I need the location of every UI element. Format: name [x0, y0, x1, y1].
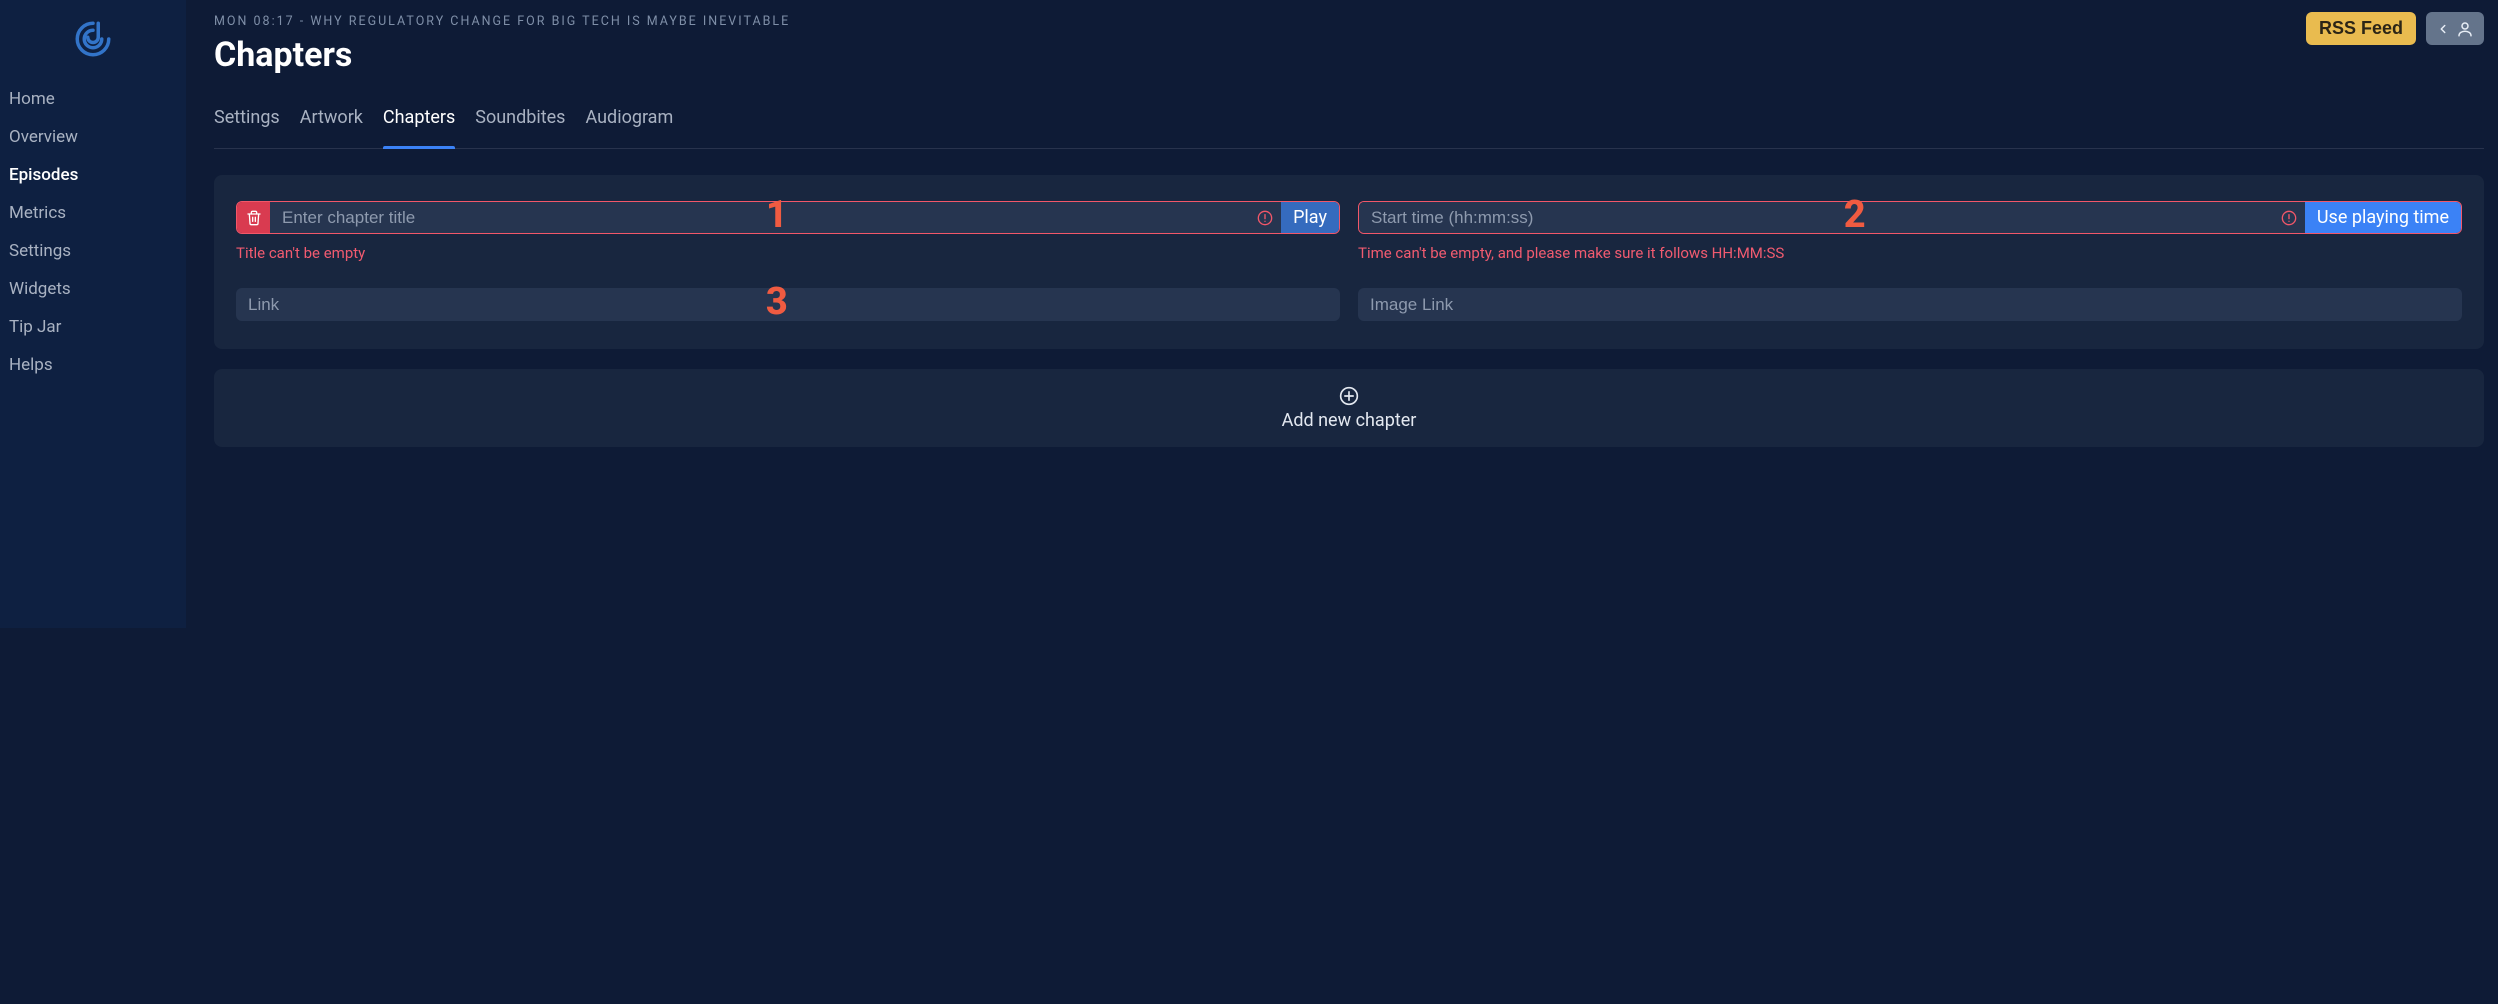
sidebar-item-overview[interactable]: Overview — [0, 118, 186, 156]
sidebar-item-settings[interactable]: Settings — [0, 232, 186, 270]
user-menu-button[interactable] — [2426, 12, 2484, 45]
alert-icon — [1257, 210, 1273, 226]
chapter-title-input[interactable] — [270, 202, 1281, 233]
sidebar-item-episodes[interactable]: Episodes — [0, 156, 186, 194]
sidebar-item-widgets[interactable]: Widgets — [0, 270, 186, 308]
sidebar: Home Overview Episodes Metrics Settings … — [0, 0, 186, 628]
main-content: MON 08:17 - WHY REGULATORY CHANGE FOR BI… — [186, 0, 2498, 628]
sidebar-item-metrics[interactable]: Metrics — [0, 194, 186, 232]
add-chapter-label: Add new chapter — [1282, 410, 1417, 431]
time-error-text: Time can't be empty, and please make sur… — [1358, 244, 2462, 262]
use-playing-time-button[interactable]: Use playing time — [2305, 202, 2461, 233]
logo-icon — [72, 18, 114, 60]
rss-feed-button[interactable]: RSS Feed — [2306, 12, 2416, 45]
plus-circle-icon — [1339, 386, 1359, 406]
chapter-start-time-input[interactable] — [1359, 202, 2305, 233]
chevron-left-icon — [2436, 22, 2450, 36]
tab-chapters[interactable]: Chapters — [383, 107, 455, 148]
chapter-link-input[interactable] — [236, 288, 1340, 321]
chapter-time-group: Use playing time — [1358, 201, 2462, 234]
sidebar-nav: Home Overview Episodes Metrics Settings … — [0, 80, 186, 384]
sidebar-item-home[interactable]: Home — [0, 80, 186, 118]
tab-settings[interactable]: Settings — [214, 107, 280, 148]
play-button[interactable]: Play — [1281, 202, 1339, 233]
sidebar-item-tip-jar[interactable]: Tip Jar — [0, 308, 186, 346]
chapter-image-link-input[interactable] — [1358, 288, 2462, 321]
tab-soundbites[interactable]: Soundbites — [475, 107, 565, 148]
alert-icon — [2281, 210, 2297, 226]
trash-icon — [246, 210, 262, 226]
chapter-editor-panel: Play 1 Title can't be empty 3 — [214, 175, 2484, 349]
delete-chapter-button[interactable] — [237, 202, 270, 233]
page-title: Chapters — [214, 35, 790, 75]
logo — [0, 12, 186, 80]
sidebar-item-helps[interactable]: Helps — [0, 346, 186, 384]
add-chapter-button[interactable]: Add new chapter — [214, 369, 2484, 447]
tab-audiogram[interactable]: Audiogram — [585, 107, 673, 148]
tabs: Settings Artwork Chapters Soundbites Aud… — [214, 107, 2484, 149]
user-icon — [2456, 20, 2474, 38]
tab-artwork[interactable]: Artwork — [300, 107, 363, 148]
chapter-title-group: Play — [236, 201, 1340, 234]
title-error-text: Title can't be empty — [236, 244, 1340, 262]
breadcrumb: MON 08:17 - WHY REGULATORY CHANGE FOR BI… — [214, 12, 790, 29]
